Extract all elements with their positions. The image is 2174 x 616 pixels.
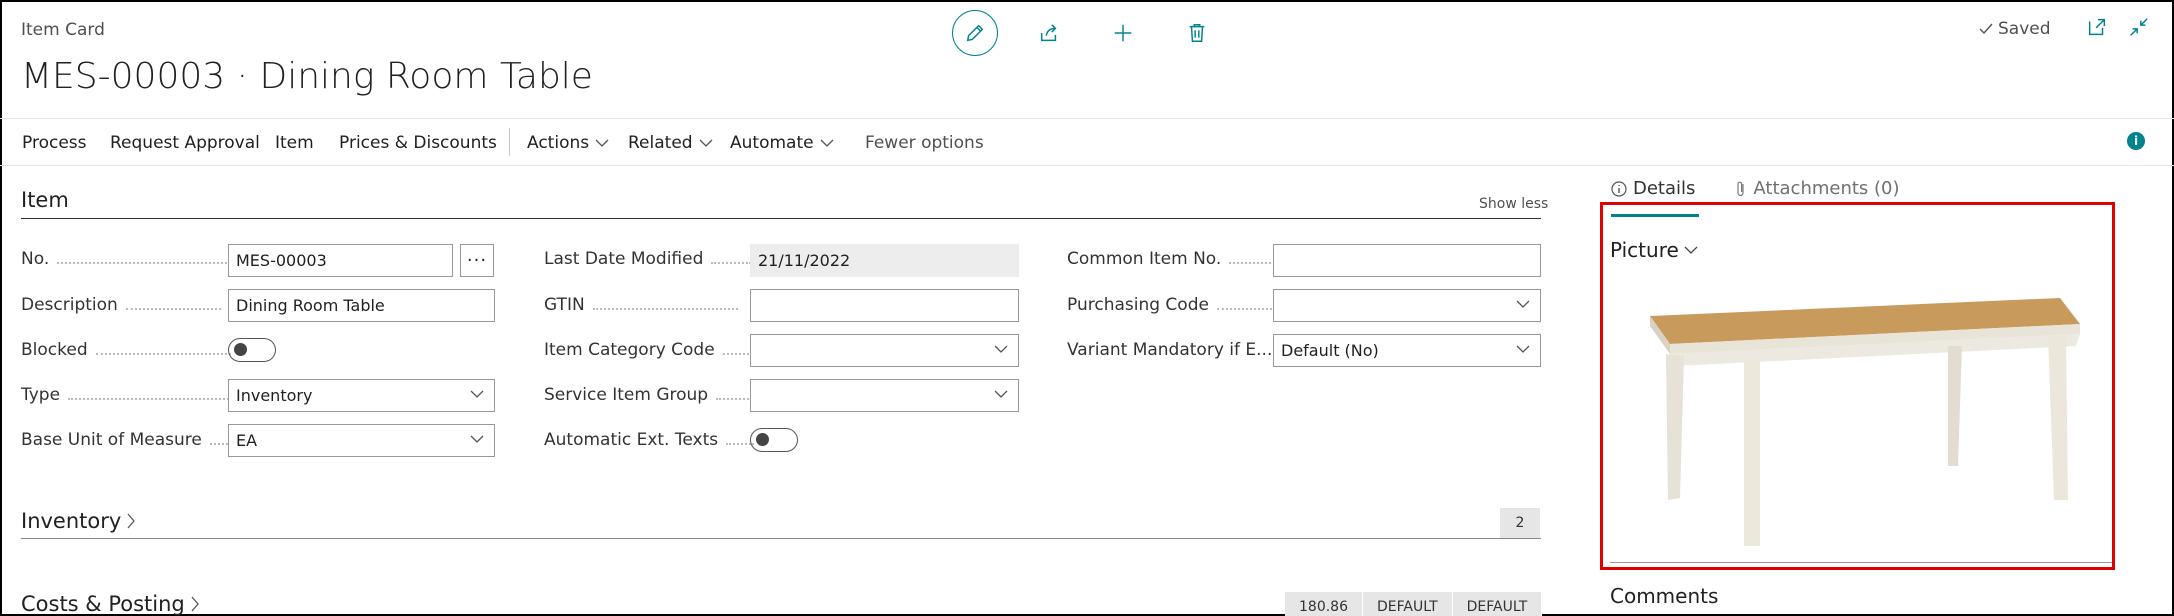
menu-related[interactable]: Related bbox=[628, 133, 713, 153]
costs-section-title[interactable]: Costs & Posting bbox=[21, 592, 201, 616]
chevron-down-icon bbox=[1516, 300, 1530, 308]
fewer-options-link[interactable]: Fewer options bbox=[865, 133, 984, 153]
menu-automate[interactable]: Automate bbox=[730, 133, 834, 153]
delete-button[interactable] bbox=[1174, 10, 1220, 56]
field-label-variant-mandatory: Variant Mandatory if E... bbox=[1067, 340, 1285, 360]
item-section-title[interactable]: Item bbox=[21, 188, 69, 212]
chevron-down-icon bbox=[994, 345, 1008, 353]
menu-actions-label: Actions bbox=[527, 133, 590, 153]
chevron-down-icon bbox=[470, 390, 484, 398]
item-section-divider bbox=[21, 218, 1541, 219]
saved-label: Saved bbox=[1998, 19, 2051, 39]
base-uom-value: EA bbox=[236, 431, 258, 450]
no-input[interactable]: MES-00003 bbox=[228, 244, 453, 277]
description-input[interactable]: Dining Room Table bbox=[228, 289, 495, 322]
menu-automate-label: Automate bbox=[730, 133, 814, 153]
field-label-item-category: Item Category Code bbox=[544, 340, 761, 360]
chevron-down-icon bbox=[820, 139, 834, 147]
toggle-knob bbox=[756, 433, 769, 446]
tab-details[interactable]: Details bbox=[1611, 178, 1695, 199]
action-prices-discounts[interactable]: Prices & Discounts bbox=[339, 133, 497, 153]
tab-attachments[interactable]: Attachments (0) bbox=[1735, 178, 1900, 199]
tab-details-label: Details bbox=[1633, 178, 1696, 199]
factbox-tabs: Details Attachments (0) bbox=[1611, 178, 1940, 199]
last-modified-value: 21/11/2022 bbox=[750, 244, 1019, 277]
field-label-last-modified: Last Date Modified bbox=[544, 249, 752, 269]
gtin-input[interactable] bbox=[750, 289, 1019, 322]
collapse-icon[interactable] bbox=[2128, 16, 2150, 38]
action-separator bbox=[509, 128, 510, 156]
open-new-window-icon[interactable] bbox=[2086, 16, 2108, 38]
field-label-type: Type bbox=[21, 385, 234, 405]
chevron-down-icon bbox=[1516, 345, 1530, 353]
trash-icon bbox=[1189, 24, 1205, 42]
inventory-section-divider bbox=[21, 538, 1541, 539]
share-button[interactable] bbox=[1026, 10, 1072, 56]
field-label-base-uom: Base Unit of Measure bbox=[21, 430, 232, 450]
toggle-knob bbox=[234, 343, 247, 356]
plus-icon bbox=[1114, 24, 1132, 42]
menu-actions[interactable]: Actions bbox=[527, 133, 609, 153]
inventory-section-title[interactable]: Inventory bbox=[21, 509, 137, 533]
edit-button[interactable] bbox=[952, 10, 998, 56]
service-group-select[interactable] bbox=[750, 379, 1019, 412]
blocked-toggle[interactable] bbox=[228, 338, 276, 362]
chevron-down-icon bbox=[699, 139, 713, 147]
item-category-select[interactable] bbox=[750, 334, 1019, 367]
show-less-link[interactable]: Show less bbox=[1479, 196, 1548, 212]
picture-highlight-box bbox=[1600, 202, 2115, 570]
field-label-no: No. bbox=[21, 249, 228, 269]
purchasing-code-select[interactable] bbox=[1273, 289, 1541, 322]
field-label-blocked: Blocked bbox=[21, 340, 231, 360]
common-item-no-input[interactable] bbox=[1273, 244, 1541, 277]
costs-badges: 180.86 DEFAULT DEFAULT bbox=[1285, 592, 1543, 616]
inventory-section-label: Inventory bbox=[21, 509, 122, 533]
comments-heading[interactable]: Comments bbox=[1610, 584, 1718, 608]
chevron-right-icon bbox=[191, 596, 199, 612]
inventory-badge: 2 bbox=[1500, 508, 1540, 538]
info-circle-icon bbox=[1611, 180, 1627, 197]
window-controls bbox=[2086, 16, 2150, 38]
chevron-right-icon bbox=[127, 513, 136, 529]
paperclip-icon bbox=[1737, 181, 1745, 196]
variant-mandatory-value: Default (No) bbox=[1281, 341, 1379, 360]
type-select[interactable]: Inventory bbox=[228, 379, 495, 412]
info-icon[interactable]: i bbox=[2127, 132, 2145, 150]
new-button[interactable] bbox=[1100, 10, 1146, 56]
type-value: Inventory bbox=[236, 386, 313, 405]
costs-badge: DEFAULT bbox=[1452, 592, 1543, 616]
costs-section-label: Costs & Posting bbox=[21, 592, 185, 616]
action-item[interactable]: Item bbox=[275, 133, 314, 153]
chevron-down-icon bbox=[595, 139, 609, 147]
costs-badge: 180.86 bbox=[1285, 592, 1363, 616]
action-request-approval[interactable]: Request Approval bbox=[110, 133, 260, 153]
factbox-divider bbox=[1610, 562, 2112, 563]
action-process[interactable]: Process bbox=[22, 133, 87, 153]
field-label-auto-ext-texts: Automatic Ext. Texts bbox=[544, 430, 755, 450]
field-label-service-group: Service Item Group bbox=[544, 385, 757, 405]
base-uom-select[interactable]: EA bbox=[228, 424, 495, 457]
field-label-description: Description bbox=[21, 295, 221, 315]
chevron-down-icon bbox=[470, 435, 484, 443]
auto-ext-texts-toggle[interactable] bbox=[750, 428, 798, 452]
chevron-down-icon bbox=[994, 390, 1008, 398]
no-lookup-button[interactable]: ··· bbox=[460, 244, 494, 277]
menu-related-label: Related bbox=[628, 133, 693, 153]
action-bar: Process Request Approval Item Prices & D… bbox=[0, 118, 2174, 166]
tab-attachments-label: Attachments (0) bbox=[1753, 178, 1900, 199]
checkmark-icon bbox=[1979, 23, 1993, 35]
saved-status: Saved bbox=[1978, 19, 2051, 39]
breadcrumb: Item Card bbox=[21, 20, 105, 40]
top-actions bbox=[952, 6, 1248, 60]
field-label-gtin: GTIN bbox=[544, 295, 738, 315]
page-title: MES-00003 · Dining Room Table bbox=[21, 56, 593, 97]
field-label-common-item-no: Common Item No. bbox=[1067, 249, 1280, 269]
share-icon bbox=[1040, 24, 1057, 42]
costs-badge: DEFAULT bbox=[1363, 592, 1453, 616]
variant-mandatory-select[interactable]: Default (No) bbox=[1273, 334, 1541, 367]
field-label-purchasing-code: Purchasing Code bbox=[1067, 295, 1272, 315]
pencil-icon bbox=[966, 24, 984, 42]
